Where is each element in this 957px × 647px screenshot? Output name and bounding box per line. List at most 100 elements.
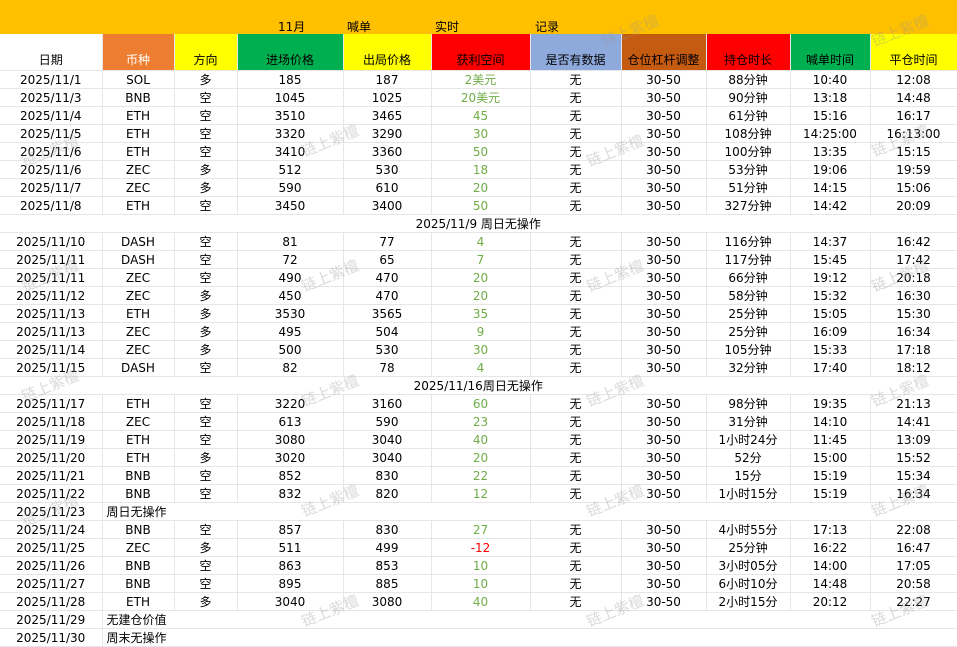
cell-call: 13:35 xyxy=(790,142,871,161)
cell-exit: 187 xyxy=(343,70,432,89)
cell-lev: 30-50 xyxy=(621,592,707,611)
cell-close: 12:08 xyxy=(870,70,957,89)
cell-entry: 613 xyxy=(237,412,344,431)
cell-call: 15:19 xyxy=(790,466,871,485)
cell-call: 16:22 xyxy=(790,538,871,557)
cell-profit: 4 xyxy=(431,232,531,251)
cell-call: 15:33 xyxy=(790,340,871,359)
cell-data: 无 xyxy=(530,466,622,485)
cell-close: 19:59 xyxy=(870,160,957,179)
cell-profit: 40 xyxy=(431,430,531,449)
cell-data: 无 xyxy=(530,358,622,377)
cell-close: 22:27 xyxy=(870,592,957,611)
cell-date: 2025/11/23 xyxy=(0,502,103,521)
cell-dir: 空 xyxy=(174,574,238,593)
table-row: 2025/11/21 BNB 空 852 830 22 无 30-50 15分 15:19 15:3… xyxy=(0,466,957,485)
cell-coin: ZEC xyxy=(102,538,175,557)
table-row: 2025/11/3 BNB 空 1045 1025 20美元无 30-50 90分钟 13:18… xyxy=(0,88,957,107)
cell-date: 2025/11/27 xyxy=(0,574,103,593)
cell-hold: 53分钟 xyxy=(706,160,791,179)
cell-dir: 空 xyxy=(174,250,238,269)
cell-lev: 30-50 xyxy=(621,196,707,215)
cell-call: 19:12 xyxy=(790,268,871,287)
cell-call: 15:16 xyxy=(790,106,871,125)
cell-dir: 多 xyxy=(174,160,238,179)
cell-profit: 30 xyxy=(431,124,531,143)
cell-profit: 20 xyxy=(431,448,531,467)
cell-hold: 98分钟 xyxy=(706,394,791,413)
cell-data: 无 xyxy=(530,574,622,593)
cell-entry: 895 xyxy=(237,574,344,593)
cell-exit: 504 xyxy=(343,322,432,341)
cell-data: 无 xyxy=(530,484,622,503)
cell-entry: 857 xyxy=(237,520,344,539)
cell-profit: 2美元 xyxy=(431,70,531,89)
cell-profit: 22 xyxy=(431,466,531,485)
cell-hold: 117分钟 xyxy=(706,250,791,269)
cell-data: 无 xyxy=(530,286,622,305)
cell-dir: 多 xyxy=(174,592,238,611)
cell-entry: 3510 xyxy=(237,106,344,125)
header-date: 日期 xyxy=(0,34,103,71)
cell-dir: 空 xyxy=(174,430,238,449)
cell-profit: 20 xyxy=(431,178,531,197)
cell-hold: 2小时15分 xyxy=(706,592,791,611)
cell-exit: 1025 xyxy=(343,88,432,107)
cell-data: 无 xyxy=(530,106,622,125)
cell-call: 14:25:00 xyxy=(790,124,871,143)
cell-exit: 3465 xyxy=(343,106,432,125)
cell-entry: 852 xyxy=(237,466,344,485)
cell-profit: 7 xyxy=(431,250,531,269)
cell-close: 13:09 xyxy=(870,430,957,449)
cell-hold: 32分钟 xyxy=(706,358,791,377)
cell-exit: 3360 xyxy=(343,142,432,161)
cell-close: 20:58 xyxy=(870,574,957,593)
table-row: 2025/11/12 ZEC 多 450 470 20 无 30-50 58分钟 15:32 16:… xyxy=(0,286,957,305)
cell-date: 2025/11/21 xyxy=(0,466,103,485)
cell-close: 17:18 xyxy=(870,340,957,359)
cell-exit: 830 xyxy=(343,466,432,485)
cell-profit: 23 xyxy=(431,412,531,431)
cell-profit: 60 xyxy=(431,394,531,413)
table-row: 2025/11/9 周日无操作 xyxy=(0,214,957,233)
cell-date: 2025/11/25 xyxy=(0,538,103,557)
cell-lev: 30-50 xyxy=(621,232,707,251)
cell-lev: 30-50 xyxy=(621,142,707,161)
cell-profit: 18 xyxy=(431,160,531,179)
table-row: 2025/11/28 ETH 多 3040 3080 40 无 30-50 2小时15分 20:1… xyxy=(0,592,957,611)
cell-coin: BNB xyxy=(102,520,175,539)
cell-close: 16:34 xyxy=(870,484,957,503)
table-row: 2025/11/19 ETH 空 3080 3040 40 无 30-50 1小时24分 11:4… xyxy=(0,430,957,449)
cell-coin: ZEC xyxy=(102,322,175,341)
cell-profit: 20美元 xyxy=(431,88,531,107)
cell-close: 15:52 xyxy=(870,448,957,467)
note-cell: 2025/11/16周日无操作 xyxy=(0,376,957,395)
cell-dir: 空 xyxy=(174,394,238,413)
cell-coin: DASH xyxy=(102,232,175,251)
cell-lev: 30-50 xyxy=(621,106,707,125)
cell-entry: 3020 xyxy=(237,448,344,467)
cell-data: 无 xyxy=(530,394,622,413)
cell-entry: 495 xyxy=(237,322,344,341)
table-row: 2025/11/24 BNB 空 857 830 27 无 30-50 4小时55分 17:13 2… xyxy=(0,520,957,539)
cell-close: 18:12 xyxy=(870,358,957,377)
cell-date: 2025/11/3 xyxy=(0,88,103,107)
cell-exit: 530 xyxy=(343,160,432,179)
table-row: 2025/11/10 DASH 空 81 77 4 无 30-50 116分钟 14:37 16:4… xyxy=(0,232,957,251)
note-cell: 2025/11/9 周日无操作 xyxy=(0,214,957,233)
cell-coin: ETH xyxy=(102,448,175,467)
cell-date: 2025/11/18 xyxy=(0,412,103,431)
cell-data: 无 xyxy=(530,178,622,197)
cell-data: 无 xyxy=(530,538,622,557)
cell-hold: 51分钟 xyxy=(706,178,791,197)
cell-lev: 30-50 xyxy=(621,250,707,269)
cell-entry: 3040 xyxy=(237,592,344,611)
cell-call: 14:15 xyxy=(790,178,871,197)
cell-close: 16:13:00 xyxy=(870,124,957,143)
table-row: 2025/11/6 ZEC 多 512 530 18 无 30-50 53分钟 19:06 19:5… xyxy=(0,160,957,179)
cell-date: 2025/11/29 xyxy=(0,610,103,629)
table-row: 2025/11/22 BNB 空 832 820 12 无 30-50 1小时15分 15:19 1… xyxy=(0,484,957,503)
cell-call: 11:45 xyxy=(790,430,871,449)
cell-entry: 3080 xyxy=(237,430,344,449)
cell-hold: 25分钟 xyxy=(706,304,791,323)
